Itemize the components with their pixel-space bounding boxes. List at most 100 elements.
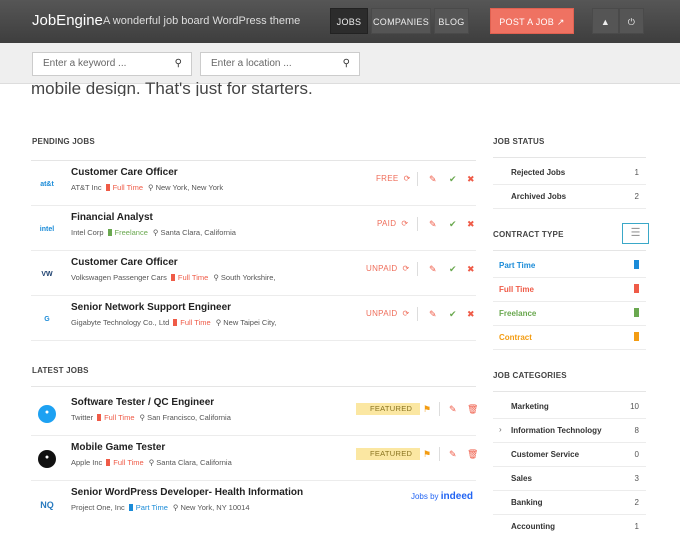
bookmark-icon	[634, 260, 639, 269]
job-title[interactable]: Senior Network Support Engineer	[71, 302, 231, 313]
job-title[interactable]: Financial Analyst	[71, 212, 153, 223]
category-sales[interactable]: Sales 3	[493, 467, 646, 491]
approve-icon[interactable]: ✔	[449, 174, 457, 185]
status-badge: FREE ⟳	[376, 174, 411, 183]
job-row[interactable]: ● Software Tester / QC Engineer Twitter F…	[31, 392, 478, 436]
category-banking[interactable]: Banking 2	[493, 491, 646, 515]
job-meta: Intel Corp Freelance ⚲ Santa Clara, Califo…	[71, 228, 236, 237]
location-input[interactable]: Enter a location ... ⚲	[200, 52, 360, 76]
job-meta: AT&T Inc Full Time ⚲ New York, New York	[71, 183, 224, 192]
job-row[interactable]: ● Mobile Game Tester Apple Inc Full Time ⚲…	[31, 437, 478, 481]
top-navbar: JobEngine A wonderful job board WordPres…	[0, 0, 680, 43]
category-label: Customer Service	[511, 450, 580, 459]
status-count: 2	[634, 192, 639, 201]
edit-icon[interactable]: ✎	[429, 309, 437, 320]
edit-icon[interactable]: ✎	[449, 404, 457, 415]
project-one-logo: NQ	[40, 500, 54, 510]
job-meta: Twitter Full Time ⚲ San Francisco, Califor…	[71, 413, 231, 422]
job-row[interactable]: VW Customer Care Officer Volkswagen Pass…	[31, 252, 476, 296]
logout-icon[interactable]: ⏻	[619, 8, 644, 34]
latest-jobs-heading: LATEST JOBS	[32, 366, 89, 375]
company-logo: VW	[41, 271, 53, 278]
keyword-input[interactable]: Enter a keyword ... ⚲	[32, 52, 192, 76]
search-icon[interactable]: ⚲	[175, 53, 182, 75]
job-row[interactable]: at&t Customer Care Officer AT&T Inc Full …	[31, 162, 476, 206]
edit-icon[interactable]: ✎	[429, 174, 437, 185]
company-logo: at&t	[40, 181, 54, 188]
category-information-technology[interactable]: › Information Technology 8	[493, 419, 646, 443]
contract-label: Full Time	[499, 285, 534, 294]
status-badge: UNPAID ⟳	[366, 309, 410, 318]
reject-icon[interactable]: ✖	[467, 264, 475, 275]
hero-text: mobile design. That's just for starters.	[31, 79, 313, 96]
indeed-source[interactable]: Jobs by indeed	[411, 491, 473, 502]
chevron-right-icon[interactable]: ›	[499, 425, 502, 434]
category-count: 8	[634, 426, 639, 435]
job-title[interactable]: Senior WordPress Developer- Health Infor…	[71, 487, 303, 498]
job-row[interactable]: G Senior Network Support Engineer Gigaby…	[31, 297, 476, 341]
status-rejected[interactable]: Rejected Jobs 1	[493, 161, 646, 185]
job-categories-heading: JOB CATEGORIES	[493, 371, 567, 380]
nav-jobs[interactable]: JOBS	[330, 8, 368, 34]
company-logo: intel	[39, 226, 55, 233]
menu-icon[interactable]: ☰	[622, 223, 649, 244]
contract-full-time[interactable]: Full Time	[493, 278, 646, 302]
user-icon[interactable]: ▲	[592, 8, 619, 34]
job-title[interactable]: Customer Care Officer	[71, 167, 178, 178]
status-count: 1	[634, 168, 639, 177]
category-marketing[interactable]: Marketing 10	[493, 395, 646, 419]
edit-icon[interactable]: ✎	[429, 264, 437, 275]
featured-badge: FEATURED	[356, 448, 421, 460]
approve-icon[interactable]: ✔	[449, 309, 457, 320]
job-meta: Apple Inc Full Time ⚲ Santa Clara, Califor…	[71, 458, 232, 467]
job-row[interactable]: NQ Senior WordPress Developer- Health In…	[31, 482, 476, 526]
bookmark-icon	[634, 308, 639, 317]
bookmark-icon	[634, 332, 639, 341]
category-label: Banking	[511, 498, 543, 507]
contract-freelance[interactable]: Freelance	[493, 302, 646, 326]
status-badge: UNPAID ⟳	[366, 264, 410, 273]
contract-part-time[interactable]: Part Time	[493, 254, 646, 278]
company-logo: G	[44, 316, 50, 323]
category-label: Information Technology	[511, 426, 602, 435]
job-status-heading: JOB STATUS	[493, 137, 545, 146]
approve-icon[interactable]: ✔	[449, 219, 457, 230]
post-job-button[interactable]: POST A JOB ↗	[490, 8, 574, 34]
category-count: 0	[634, 450, 639, 459]
job-title[interactable]: Customer Care Officer	[71, 257, 178, 268]
reject-icon[interactable]: ✖	[467, 309, 475, 320]
job-row[interactable]: intel Financial Analyst Intel Corp Freela…	[31, 207, 476, 251]
category-customer-service[interactable]: Customer Service 0	[493, 443, 646, 467]
flag-icon[interactable]: ⚑	[423, 404, 431, 415]
status-archived[interactable]: Archived Jobs 2	[493, 185, 646, 209]
flag-icon[interactable]: ⚑	[423, 449, 431, 460]
approve-icon[interactable]: ✔	[449, 264, 457, 275]
contract-label: Contract	[499, 333, 532, 342]
delete-icon[interactable]: 🗑	[467, 449, 478, 460]
contract-contract[interactable]: Contract	[493, 326, 646, 350]
featured-badge: FEATURED	[356, 403, 421, 415]
edit-icon[interactable]: ✎	[449, 449, 457, 460]
job-meta: Volkswagen Passenger Cars Full Time ⚲ Sout…	[71, 273, 276, 282]
delete-icon[interactable]: 🗑	[467, 404, 478, 415]
job-title[interactable]: Mobile Game Tester	[71, 442, 165, 453]
twitter-logo: ●	[38, 405, 56, 423]
nav-blog[interactable]: BLOG	[434, 8, 469, 34]
category-count: 1	[634, 522, 639, 531]
apple-logo: ●	[38, 450, 56, 468]
bookmark-icon	[634, 284, 639, 293]
nav-companies[interactable]: COMPANIES	[371, 8, 431, 34]
site-logo[interactable]: JobEngine	[32, 12, 103, 29]
category-label: Accounting	[511, 522, 555, 531]
category-count: 3	[634, 474, 639, 483]
reject-icon[interactable]: ✖	[467, 219, 475, 230]
divider	[493, 157, 646, 158]
reject-icon[interactable]: ✖	[467, 174, 475, 185]
job-title[interactable]: Software Tester / QC Engineer	[71, 397, 214, 408]
edit-icon[interactable]: ✎	[429, 219, 437, 230]
status-label: Archived Jobs	[511, 192, 567, 201]
category-accounting[interactable]: Accounting 1	[493, 515, 646, 539]
category-label: Marketing	[511, 402, 549, 411]
category-label: Sales	[511, 474, 532, 483]
site-tagline: A wonderful job board WordPress theme	[103, 15, 301, 27]
